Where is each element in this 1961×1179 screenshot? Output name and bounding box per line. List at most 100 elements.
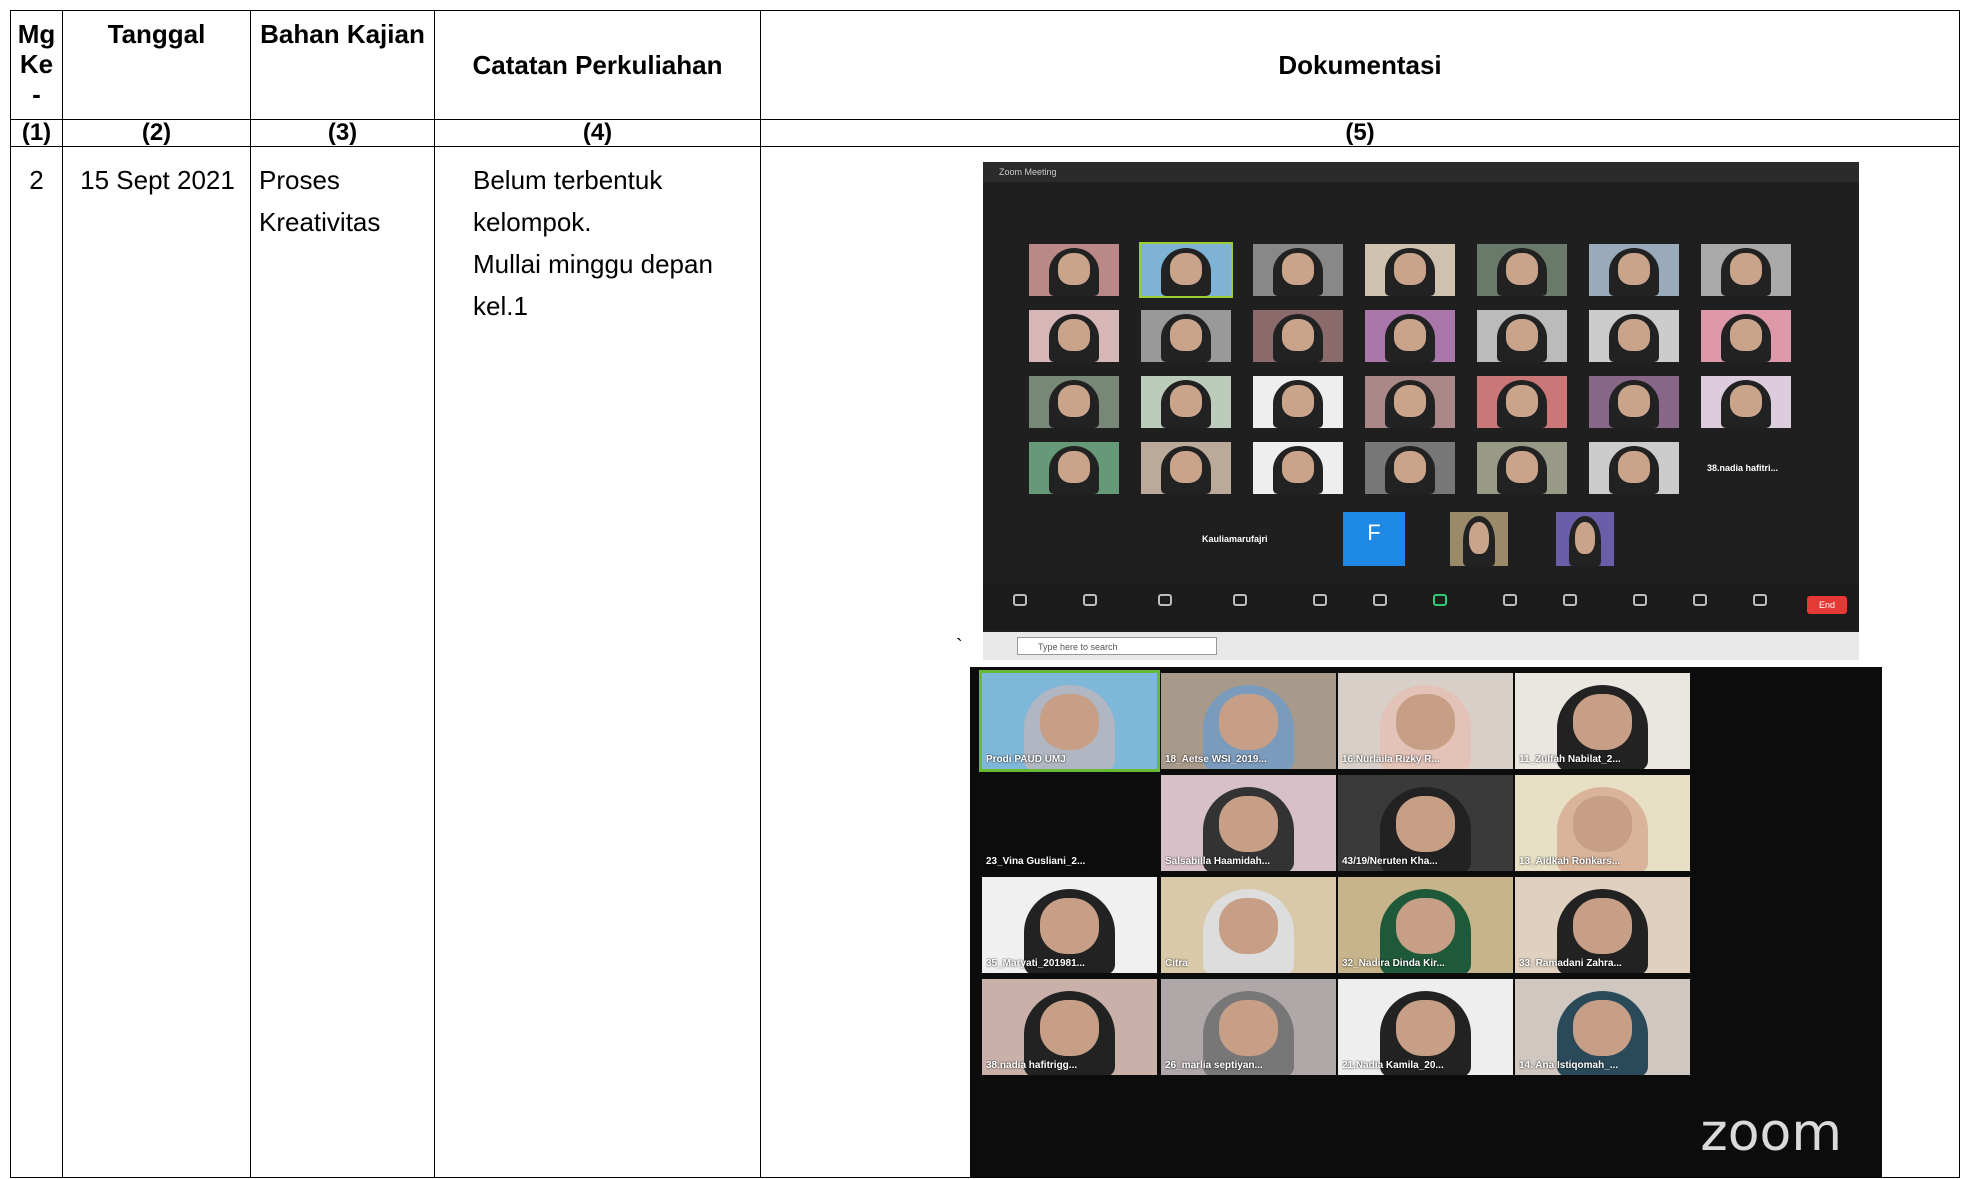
participant-video-tile: 11_Zulfah Nabilat_2... — [1515, 673, 1690, 769]
participant-name-label: 23_Vina Gusliani_2... — [986, 856, 1086, 867]
participant-video-tile: 23_Vina Gusliani_2... — [982, 775, 1157, 871]
microphone-icon[interactable] — [1013, 594, 1027, 606]
participant-tile — [1253, 310, 1343, 362]
windows-taskbar: Type here to search — [983, 632, 1859, 660]
participant-tile — [1253, 376, 1343, 428]
header-week: Mg Ke - — [10, 10, 63, 120]
participant-tile — [1477, 244, 1567, 296]
participant-video-tile: Citra — [1161, 877, 1336, 973]
header-topic: Bahan Kajian — [250, 10, 435, 120]
participant-name-label: 35_Maryati_201981... — [986, 958, 1085, 969]
participants-icon[interactable] — [1233, 594, 1247, 606]
topic-line-1: Proses — [259, 165, 340, 195]
apps-icon[interactable] — [1693, 594, 1707, 606]
participant-tile — [1253, 244, 1343, 296]
participant-tile — [1141, 310, 1231, 362]
participant-name-label: 14. Ana Istiqomah_... — [1519, 1060, 1619, 1071]
participant-name-tile: Kauliamarufajri — [1196, 512, 1306, 566]
participant-name-label: 18_Aetse WSI_2019... — [1165, 754, 1267, 765]
cell-week: 2 — [10, 146, 63, 1178]
taskbar-search-input[interactable]: Type here to search — [1017, 637, 1217, 655]
participant-tile — [1365, 376, 1455, 428]
participant-tile — [1029, 376, 1119, 428]
header-date: Tanggal — [62, 10, 251, 120]
participant-tile — [1477, 376, 1567, 428]
stray-backtick: ` — [956, 636, 963, 658]
participant-tile — [1141, 442, 1231, 494]
participant-video-tile: Prodi PAUD UMJ — [979, 670, 1160, 772]
reactions-icon[interactable] — [1633, 594, 1647, 606]
participant-tile — [1477, 442, 1567, 494]
participant-tile — [1589, 244, 1679, 296]
share-screen-icon[interactable] — [1433, 594, 1447, 606]
participant-video-tile: 16.Nurlaila Rizky R... — [1338, 673, 1513, 769]
participant-video-tile: 38.nadia hafitrigg... — [982, 979, 1157, 1075]
participant-video-tile: 13_Aidkah Ronkars... — [1515, 775, 1690, 871]
participant-tile — [1556, 512, 1614, 566]
participant-video-tile: 32_Nadira Dinda Kir... — [1338, 877, 1513, 973]
participant-tile — [1365, 310, 1455, 362]
number-3: (3) — [250, 119, 435, 147]
participant-tile — [1139, 242, 1233, 298]
number-5: (5) — [760, 119, 1960, 147]
polls-icon[interactable] — [1313, 594, 1327, 606]
participant-video-tile: 33. Ramadani Zahra... — [1515, 877, 1690, 973]
participant-tile — [1701, 244, 1791, 296]
participant-video-tile: 14. Ana Istiqomah_... — [1515, 979, 1690, 1075]
participant-name-label: 43/19/Neruten Kha... — [1342, 856, 1438, 867]
participant-tile — [1701, 376, 1791, 428]
zoom-meeting-screenshot-1: Zoom Meeting 38.nadia hafitri... Kauliam… — [983, 162, 1859, 660]
participant-tile — [1701, 310, 1791, 362]
video-icon[interactable] — [1083, 594, 1097, 606]
participant-name-label: Citra — [1165, 958, 1188, 969]
cell-topic: Proses Kreativitas — [250, 146, 435, 1178]
cell-notes: Belum terbentuk kelompok. Mullai minggu … — [434, 146, 761, 1178]
participant-video-tile: 43/19/Neruten Kha... — [1338, 775, 1513, 871]
participant-tile — [1365, 442, 1455, 494]
number-1: (1) — [10, 119, 63, 147]
participant-name-label: 11_Zulfah Nabilat_2... — [1519, 754, 1621, 765]
participant-name: 38.nadia hafitri... — [1707, 462, 1779, 473]
participant-name-label: 16.Nurlaila Rizky R... — [1342, 754, 1440, 765]
topic-line-2: Kreativitas — [259, 207, 381, 237]
participant-tile — [1029, 244, 1119, 296]
participant-tile — [1029, 442, 1119, 494]
participant-tile — [1253, 442, 1343, 494]
security-icon[interactable] — [1158, 594, 1172, 606]
record-icon[interactable] — [1503, 594, 1517, 606]
participant-initial-tile: F — [1343, 512, 1405, 566]
participant-tile — [1141, 376, 1231, 428]
notes-line-1: Belum terbentuk kelompok. — [473, 165, 663, 237]
breakout-rooms-icon[interactable] — [1563, 594, 1577, 606]
end-meeting-button[interactable]: End — [1807, 596, 1847, 614]
participant-name-tile: 38.nadia hafitri... — [1701, 442, 1791, 494]
participant-name-label: 13_Aidkah Ronkars... — [1519, 856, 1621, 867]
participant-tile — [1589, 442, 1679, 494]
participant-tile — [1365, 244, 1455, 296]
zoom-meeting-screenshot-2: Prodi PAUD UMJ 18_Aetse WSI_2019... 16.Nur… — [970, 667, 1882, 1177]
zoom-watermark: zoom — [1700, 1103, 1842, 1163]
header-notes: Catatan Perkuliahan — [434, 10, 761, 120]
participant-tile — [1589, 310, 1679, 362]
cell-date: 15 Sept 2021 — [62, 146, 251, 1178]
participant-tile — [1589, 376, 1679, 428]
zoom-toolbar: End — [983, 584, 1859, 630]
participant-video-tile: 21.Nadia Kamila_20... — [1338, 979, 1513, 1075]
participant-video-tile: 18_Aetse WSI_2019... — [1161, 673, 1336, 769]
participant-tile — [1477, 310, 1567, 362]
participant-name-label: 33. Ramadani Zahra... — [1519, 958, 1622, 969]
participant-video-tile: 35_Maryati_201981... — [982, 877, 1157, 973]
participant-name-label: Salsabilla Haamidah... — [1165, 856, 1271, 867]
participant-video-tile: 26_marlia septiyan... — [1161, 979, 1336, 1075]
participant-tile — [1450, 512, 1508, 566]
participant-name-label: 38.nadia hafitrigg... — [986, 1060, 1078, 1071]
more-icon[interactable] — [1753, 594, 1767, 606]
participant-video-tile: Salsabilla Haamidah... — [1161, 775, 1336, 871]
participant-name-label: 26_marlia septiyan... — [1165, 1060, 1263, 1071]
participant-name-label: 32_Nadira Dinda Kir... — [1342, 958, 1445, 969]
participant-name-label: 21.Nadia Kamila_20... — [1342, 1060, 1444, 1071]
participant-name-label: Prodi PAUD UMJ — [986, 754, 1066, 765]
header-documentation: Dokumentasi — [760, 10, 1960, 120]
number-2: (2) — [62, 119, 251, 147]
chat-icon[interactable] — [1373, 594, 1387, 606]
